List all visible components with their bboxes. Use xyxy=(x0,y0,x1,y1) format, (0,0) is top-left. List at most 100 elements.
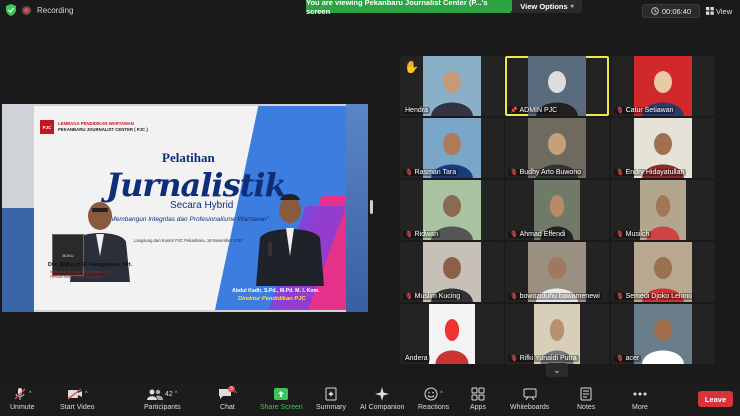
participant-gallery: ✋ Hendra 📌 ADMIN PJC 🎙 Catur Setiawan 🎙 Rasman … xyxy=(400,56,716,364)
chevron-down-icon: ▾ xyxy=(570,4,574,10)
apps-icon xyxy=(471,387,485,401)
view-options-button[interactable]: View Options ▾ xyxy=(512,0,582,13)
unmute-button[interactable]: ^ Unmute xyxy=(10,386,35,411)
whiteboards-button[interactable]: Whiteboards xyxy=(510,386,549,411)
ai-companion-button[interactable]: AI Companion xyxy=(360,386,404,411)
participant-tile[interactable]: 🎙 Ahmad Effendi xyxy=(505,180,609,240)
shield-icon xyxy=(6,4,16,16)
summary-label: Summary xyxy=(316,404,346,411)
muted-microphone-icon: 🎙 xyxy=(510,356,518,362)
participant-tile[interactable]: 🎙 Catur Setiawan xyxy=(611,56,715,116)
participant-name: Rasman Tara xyxy=(414,169,457,176)
chevron-down-icon: ⌄ xyxy=(553,364,561,375)
participant-name-label: 🎙 Semedi Djoko Lelono xyxy=(614,293,695,300)
participant-name: bowoziduhu bawamenewi xyxy=(519,293,600,300)
participant-tile[interactable]: 🎙 Budhy Arto Buwono xyxy=(505,118,609,178)
start-video-button[interactable]: ^ Start Video xyxy=(60,386,95,411)
org-name-line1: LEMBAGA PENDIDIKAN WARTAWAN xyxy=(58,121,134,126)
speaker2-role: Direktur Pendidikan PJC xyxy=(238,296,306,302)
grid-view-icon xyxy=(706,7,714,15)
muted-microphone-icon: 🎙 xyxy=(616,356,624,362)
participant-name: Semedi Djoko Lelono xyxy=(625,293,693,300)
participant-name-label: 🎙 Musilch xyxy=(614,231,652,238)
muted-microphone-icon: 🎙 xyxy=(405,170,413,176)
muted-microphone-icon: 🎙 xyxy=(510,232,518,238)
participant-tile[interactable]: 🎙 Muslim Kucing xyxy=(400,242,504,302)
participant-name: Endry Hidayatullah xyxy=(625,169,685,176)
chevron-up-icon: ^ xyxy=(440,391,443,397)
chat-button[interactable]: 3 ^ Chat xyxy=(218,386,237,411)
slide-tagline: "Membangun Integritas dan Profesionalism… xyxy=(108,216,269,223)
participant-tile[interactable]: 🎙 Semedi Djoko Lelono xyxy=(611,242,715,302)
participant-name: Andera xyxy=(405,355,428,362)
muted-microphone-icon: 🎙 xyxy=(510,170,518,176)
reactions-button[interactable]: ^ Reactions xyxy=(418,386,449,411)
chat-badge: 3 xyxy=(228,386,235,392)
participants-icon xyxy=(146,389,163,400)
slide-location: Langsung dari Kantor PJC Pekanbaru, 18 N… xyxy=(134,238,243,243)
panel-resize-handle[interactable] xyxy=(370,200,373,214)
participant-tile[interactable]: Andera xyxy=(400,304,504,364)
apps-button[interactable]: Apps xyxy=(470,386,486,411)
share-screen-button[interactable]: Share Screen xyxy=(260,386,303,411)
recording-indicator[interactable]: Recording xyxy=(6,4,73,16)
participant-name: Ahmad Effendi xyxy=(519,231,566,238)
view-button[interactable]: View xyxy=(706,4,736,18)
ai-companion-label: AI Companion xyxy=(360,404,405,411)
microphone-muted-icon xyxy=(14,388,26,400)
participant-video xyxy=(429,304,475,364)
clock-icon xyxy=(651,7,659,15)
participant-tile[interactable]: 🎙 Rasman Tara xyxy=(400,118,504,178)
gallery-scroll-button[interactable]: ⌄ xyxy=(546,363,568,377)
participant-name: Rifki Yunaldi Putra xyxy=(519,355,577,362)
start-video-label: Start Video xyxy=(60,404,95,411)
participant-name-label: 🎙 Ridwan xyxy=(403,231,440,238)
summary-icon xyxy=(325,387,337,401)
participants-button[interactable]: 42 ^ Participants xyxy=(144,386,181,411)
participant-tile[interactable]: 🎙 Rifki Yunaldi Putra xyxy=(505,304,609,364)
participant-name-label: Hendra xyxy=(403,107,430,114)
whiteboards-label: Whiteboards xyxy=(510,404,550,411)
participant-video xyxy=(634,304,692,364)
participants-label: Participants xyxy=(144,404,181,411)
apps-label: Apps xyxy=(470,404,486,411)
muted-microphone-icon: 🎙 xyxy=(616,108,624,114)
speaker2-photo xyxy=(256,194,324,286)
participant-name-label: 🎙 Rifki Yunaldi Putra xyxy=(508,355,579,362)
participant-video xyxy=(423,56,481,116)
participant-name: Hendra xyxy=(405,107,428,114)
participant-name: Catur Setiawan xyxy=(625,107,674,114)
view-options-label: View Options xyxy=(520,2,568,11)
notes-label: Notes xyxy=(577,404,596,411)
participant-tile[interactable]: 🎙 Ridwan xyxy=(400,180,504,240)
smiley-icon xyxy=(424,387,438,401)
participant-tile[interactable]: 🎙 Musilch xyxy=(611,180,715,240)
meeting-timer[interactable]: 00:06:40 xyxy=(642,4,700,18)
recording-label: Recording xyxy=(37,5,74,15)
participant-tile[interactable]: ✋ Hendra xyxy=(400,56,504,116)
muted-microphone-icon: 🎙 xyxy=(510,294,518,300)
leave-button[interactable]: Leave xyxy=(698,391,733,407)
participants-count: 42 xyxy=(164,390,173,398)
slide-right-border xyxy=(346,104,368,312)
participant-tile[interactable]: 📌 ADMIN PJC xyxy=(505,56,609,116)
participant-name-label: Andera xyxy=(403,355,430,362)
summary-button[interactable]: Summary xyxy=(316,386,346,411)
share-screen-label: Share Screen xyxy=(260,404,303,411)
reactions-label: Reactions xyxy=(418,404,450,411)
chevron-up-icon: ^ xyxy=(84,391,88,397)
muted-microphone-icon: 🎙 xyxy=(616,294,624,300)
participant-tile[interactable]: 🎙 acer xyxy=(611,304,715,364)
slide-left-border xyxy=(2,208,34,312)
more-button[interactable]: More xyxy=(632,386,648,411)
pjc-logo: PJC xyxy=(40,120,54,134)
meeting-toolbar: ^ Unmute ^ Start Video 42 ^ Participants … xyxy=(0,384,740,416)
chevron-up-icon: ^ xyxy=(234,391,237,397)
participant-name: Musilch xyxy=(625,231,650,238)
shared-screen[interactable]: PJC LEMBAGA PENDIDIKAN WARTAWAN PEKANBAR… xyxy=(2,104,368,312)
participant-tile[interactable]: 🎙 Endry Hidayatullah xyxy=(611,118,715,178)
participant-tile[interactable]: 🎙 bowoziduhu bawamenewi xyxy=(505,242,609,302)
participant-name-label: 🎙 Muslim Kucing xyxy=(403,293,463,300)
notes-button[interactable]: Notes xyxy=(577,386,595,411)
participant-name-label: 🎙 Rasman Tara xyxy=(403,169,459,176)
